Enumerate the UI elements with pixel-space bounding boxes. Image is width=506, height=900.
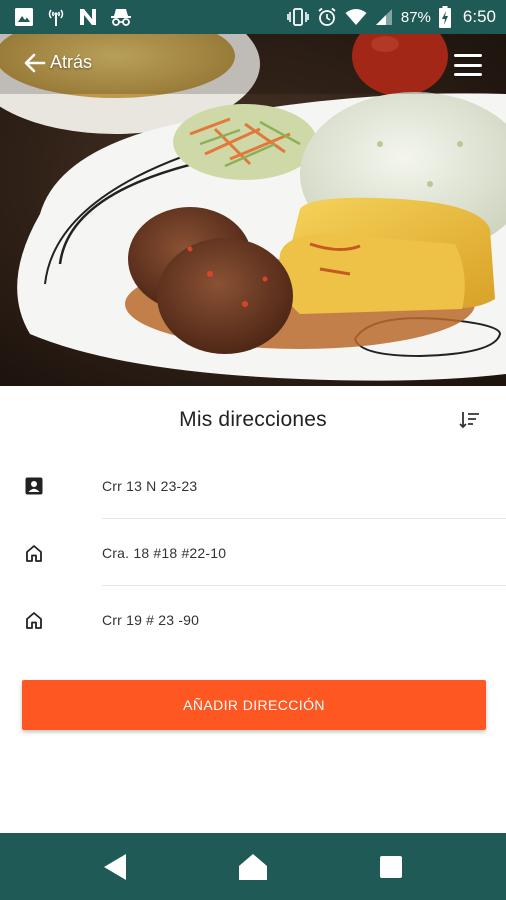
alarm-icon [317,6,337,28]
wifi-icon [345,6,367,28]
status-left-icons [14,6,132,28]
sort-icon [459,412,479,429]
list-item[interactable]: Crr 19 # 23 -90 [0,586,506,653]
add-address-button[interactable]: AÑADIR DIRECCIÓN [22,680,486,730]
back-triangle-icon[interactable] [99,851,131,883]
status-right-icons: 87% 6:50 [287,6,496,28]
list-item[interactable]: Cra. 18 #18 #22-10 [0,519,506,586]
address-label: Crr 19 # 23 -90 [102,611,200,628]
dish-photo [0,34,506,386]
page-title: Mis direcciones [179,408,327,431]
back-button[interactable]: Atrás [24,52,92,73]
vibrate-icon [287,6,309,28]
battery-charging-icon [438,6,451,28]
incognito-icon [110,6,132,28]
section-header: Mis direcciones [0,386,506,454]
clock-time: 6:50 [462,7,496,26]
dish-hero-image: Atrás [0,34,506,386]
n-notification-icon [78,6,98,28]
list-item[interactable]: Crr 13 N 23-23 [0,452,506,519]
home-icon [23,542,45,564]
battery-percent: 87% [400,8,431,26]
home-nav-icon[interactable] [237,851,269,883]
system-nav-bar [0,833,506,900]
arrow-left-icon [24,53,46,73]
back-label: Atrás [50,52,93,72]
address-label: Cra. 18 #18 #22-10 [102,544,227,561]
cell-signal-icon [375,6,393,28]
sort-button[interactable] [458,410,480,430]
recents-square-icon[interactable] [375,851,407,883]
work-badge-icon [23,475,45,497]
signal-tower-icon [46,6,66,28]
address-list: Crr 13 N 23-23 Cra. 18 #18 #22-10 Crr 19… [0,452,506,653]
image-icon [14,6,34,28]
hamburger-menu-icon [454,54,482,57]
address-label: Crr 13 N 23-23 [102,477,198,494]
home-icon [23,609,45,631]
status-bar: 87% 6:50 [0,0,506,34]
hamburger-menu-button[interactable] [454,54,482,76]
